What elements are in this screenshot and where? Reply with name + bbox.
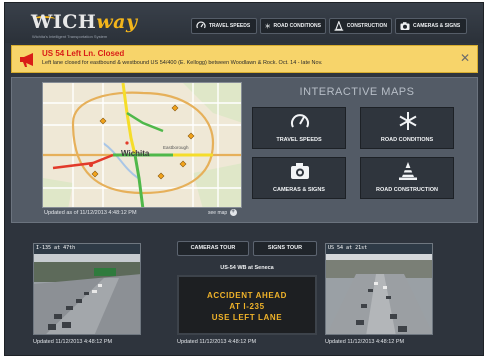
sign-line: USE LEFT LANE (211, 313, 283, 322)
map-updated-timestamp: Updated as of 11/12/2013 4:48:12 PM (44, 210, 137, 216)
nav-label: CAMERAS & SIGNS (413, 23, 461, 29)
speedometer-icon (196, 21, 206, 29)
camera-caption-right: US 54 at 21st (328, 245, 368, 251)
signs-tour-button[interactable]: SIGNS TOUR (253, 241, 317, 256)
dynamic-message-sign: ACCIDENT AHEAD AT I-235 USE LEFT LANE (177, 275, 317, 335)
bullhorn-icon (20, 53, 33, 67)
close-icon[interactable]: ✕ (460, 52, 470, 64)
traffic-map-graphic (43, 83, 241, 207)
tile-travel-speeds[interactable]: TRAVEL SPEEDS (252, 107, 346, 149)
plus-circle-icon: + (229, 209, 237, 216)
logo-tagline: Wichita's Intelligent Transportation Sys… (32, 34, 108, 39)
traffic-cone-icon (334, 21, 344, 31)
nav-cameras-signs[interactable]: CAMERAS & SIGNS (395, 18, 467, 34)
logo-wordmark: WICHway (31, 11, 138, 33)
camera-icon (291, 163, 309, 179)
alert-message: Left lane closed for eastbound & westbou… (42, 60, 323, 66)
snowflake-icon (265, 23, 271, 29)
snowflake-icon (399, 112, 417, 130)
tile-road-conditions[interactable]: ROAD CONDITIONS (360, 107, 454, 149)
nav-label: CONSTRUCTION (346, 23, 387, 29)
header-bar: WICHway Wichita's Intelligent Transporta… (5, 3, 483, 43)
sign-location: US-54 WB at Seneca (220, 265, 274, 271)
nav-label: ROAD CONDITIONS (273, 23, 322, 29)
wichway-homepage: WICHway Wichita's Intelligent Transporta… (4, 2, 484, 356)
camera-updated-left: Updated 11/12/2013 4:48:12 PM (33, 339, 113, 345)
cameras-tour-button[interactable]: CAMERAS TOUR (177, 241, 249, 256)
camera-snapshot-left (34, 244, 140, 334)
nav-label: TRAVEL SPEEDS (209, 23, 251, 29)
alert-title: US 54 Left Ln. Closed (42, 49, 125, 58)
traffic-map[interactable]: Wichita Eastborough (42, 82, 242, 208)
see-map-link[interactable]: see map + (208, 209, 237, 216)
speedometer-icon (291, 114, 309, 128)
sign-line: AT I-235 (229, 302, 265, 311)
nav-construction[interactable]: CONSTRUCTION (329, 18, 392, 34)
sign-updated: Updated 11/12/2013 4:48:12 PM (177, 339, 257, 345)
interactive-maps-title: INTERACTIVE MAPS (299, 86, 415, 98)
logo-accent-text: way (96, 11, 138, 33)
camera-feed-right[interactable]: US 54 at 21st (325, 243, 433, 335)
tile-road-construction[interactable]: ROAD CONSTRUCTION (360, 157, 454, 199)
nav-road-conditions[interactable]: ROAD CONDITIONS (260, 18, 326, 34)
nav-travel-speeds[interactable]: TRAVEL SPEEDS (191, 18, 257, 34)
tile-label: CAMERAS & SIGNS (273, 187, 325, 193)
camera-feed-left[interactable]: I-135 at 47th (33, 243, 141, 335)
tile-label: ROAD CONDITIONS (380, 137, 434, 143)
logo-main-text: WICH (31, 11, 97, 33)
tile-label: TRAVEL SPEEDS (276, 137, 322, 143)
interactive-maps-panel: Wichita Eastborough Updated as of 11/12/… (11, 77, 478, 223)
see-map-label: see map (208, 209, 228, 216)
alert-banner: US 54 Left Ln. Closed Left lane closed f… (11, 45, 478, 73)
camera-icon (400, 22, 410, 30)
map-district-label: Eastborough (163, 145, 189, 150)
tile-cameras-signs[interactable]: CAMERAS & SIGNS (252, 157, 346, 199)
camera-updated-right: Updated 11/12/2013 4:48:12 PM (325, 339, 405, 345)
tile-label: ROAD CONSTRUCTION (375, 187, 439, 193)
camera-caption-left: I-135 at 47th (36, 245, 76, 251)
camera-snapshot-right (326, 244, 432, 334)
map-city-label: Wichita (121, 149, 150, 158)
sign-line: ACCIDENT AHEAD (206, 291, 288, 300)
traffic-cone-icon (399, 162, 417, 180)
